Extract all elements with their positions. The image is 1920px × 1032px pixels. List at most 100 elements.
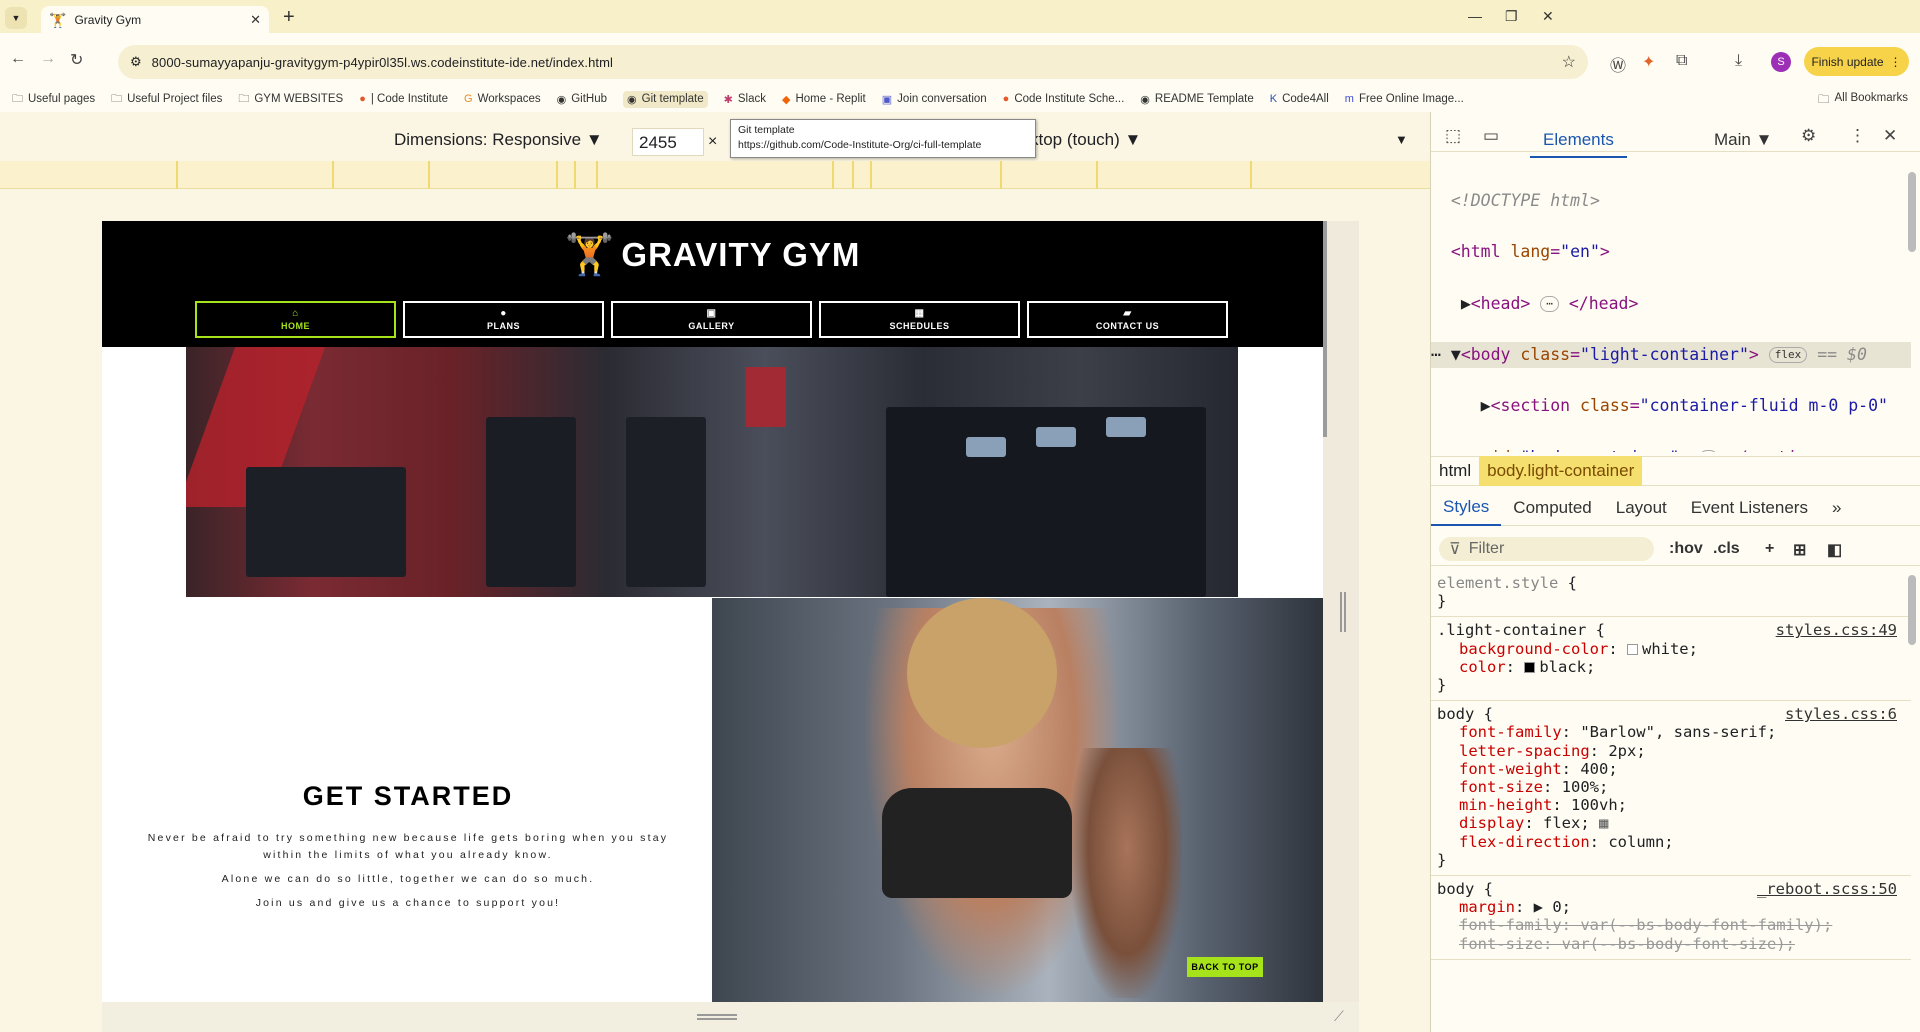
code4all-icon: K — [1269, 93, 1278, 105]
nav-plans[interactable]: ● PLANS — [403, 301, 604, 338]
rule-element-style[interactable]: element.style { } — [1431, 570, 1911, 618]
download-icon[interactable]: ⤓ — [1735, 52, 1742, 70]
bookmark-useful-project-files[interactable]: 🗀 Useful Project files — [111, 90, 222, 109]
extension-bug-icon[interactable]: ✦ — [1642, 52, 1655, 72]
site-nav: ⌂ HOME ● PLANS ▣ GALLERY ▦ SCHEDULES ▰ CONTAC… — [195, 301, 1228, 338]
width-input[interactable]: 2455 — [632, 128, 704, 156]
dom-tree[interactable]: <!DOCTYPE html> <html lang="en"> ▶<head>… — [1431, 162, 1911, 452]
browser-tab[interactable]: 🏋 Gravity Gym ✕ — [41, 6, 269, 34]
nav-home[interactable]: ⌂ HOME — [195, 301, 396, 338]
calendar-icon: ▦ — [914, 308, 925, 319]
bookmark-git-template[interactable]: ◉ Git template — [623, 90, 708, 108]
new-style-rule-icon[interactable]: + — [1765, 540, 1774, 558]
more-tabs-icon[interactable]: » — [1820, 490, 1853, 526]
dom-head[interactable]: ▶<head> ⋯ </head> — [1431, 291, 1911, 317]
all-bookmarks[interactable]: 🗀 All Bookmarks — [1818, 92, 1908, 111]
nav-contact-us[interactable]: ▰ CONTACT US — [1027, 301, 1228, 338]
source-link[interactable]: styles.css:49 — [1776, 621, 1897, 639]
rule-light-container[interactable]: styles.css:49 .light-container { backgro… — [1431, 617, 1911, 702]
dom-section-id[interactable]: id="body-container"> ⋯ </section> — [1431, 445, 1911, 452]
replit-icon: ◆ — [781, 93, 791, 106]
tab-event-listeners[interactable]: Event Listeners — [1679, 490, 1820, 526]
extension-w-icon[interactable]: Ⓦ — [1610, 52, 1626, 76]
source-link[interactable]: _reboot.scss:50 — [1757, 880, 1897, 898]
close-devtools-icon[interactable]: ✕ — [1883, 126, 1897, 146]
bookmark-star-icon[interactable]: ☆ — [1562, 52, 1576, 72]
tab-computed[interactable]: Computed — [1501, 490, 1603, 526]
site-info-icon[interactable]: ⚙ — [130, 54, 142, 70]
tab-layout[interactable]: Layout — [1604, 490, 1679, 526]
new-tab-button[interactable]: + — [283, 6, 295, 29]
dom-doctype[interactable]: <!DOCTYPE html> — [1431, 188, 1911, 214]
toggle-sidebar-icon[interactable]: ◧ — [1827, 540, 1842, 560]
user-icon: ● — [500, 308, 507, 319]
minimize-icon[interactable]: — — [1468, 8, 1482, 24]
styles-scrollbar[interactable] — [1908, 570, 1916, 1030]
device-options-caret[interactable]: ▼ — [1395, 132, 1408, 147]
bookmark-code-institute[interactable]: ● | Code Institute — [359, 93, 448, 105]
viewport-resize-handle-bottom[interactable] — [697, 1014, 737, 1020]
media-query-bar[interactable] — [0, 161, 1430, 189]
bookmark-free-online-image[interactable]: m Free Online Image... — [1345, 93, 1464, 105]
breadcrumb-html[interactable]: html — [1431, 456, 1479, 486]
tab-elements[interactable]: Elements — [1530, 124, 1627, 158]
dom-body-selected[interactable]: ⋯ ▼<body class="light-container"> flex =… — [1431, 341, 1911, 368]
bookmark-code-institute-schedule[interactable]: ● Code Institute Sche... — [1003, 93, 1125, 105]
tab-styles[interactable]: Styles — [1431, 490, 1502, 526]
github-icon: ◉ — [1140, 93, 1150, 106]
back-icon[interactable]: ← — [10, 50, 26, 68]
home-icon: ⌂ — [292, 308, 299, 319]
code-institute-icon: ● — [359, 93, 366, 105]
viewport-resize-handle-right[interactable] — [1340, 592, 1346, 632]
nav-schedules[interactable]: ▦ SCHEDULES — [819, 301, 1020, 338]
profile-avatar[interactable]: S — [1771, 52, 1791, 72]
dom-section[interactable]: ▶<section class="container-fluid m-0 p-0… — [1431, 393, 1911, 419]
styles-filter-input[interactable]: ⊽ Filter — [1439, 537, 1654, 561]
tab-search-button[interactable]: ▼ — [5, 7, 27, 29]
devtools-header: ⬚ ▭ Elements Main ▼ ⚙ ⋮ ✕ — [1431, 118, 1920, 158]
close-tab-icon[interactable]: ✕ — [250, 12, 261, 28]
viewport-resize-corner-icon[interactable]: ⟋ — [1334, 1008, 1344, 1025]
element-state-icon[interactable]: ⊞ — [1793, 540, 1806, 560]
dom-scrollbar[interactable] — [1908, 162, 1916, 452]
close-window-icon[interactable]: ✕ — [1542, 8, 1554, 25]
forward-icon[interactable]: → — [40, 50, 56, 68]
finish-update-button[interactable]: Finish update ⋮ — [1804, 47, 1909, 76]
bookmark-gym-websites[interactable]: 🗀 GYM WEBSITES — [238, 90, 343, 109]
bookmark-workspaces[interactable]: G Workspaces — [464, 93, 541, 105]
source-link[interactable]: styles.css:6 — [1785, 705, 1897, 723]
bookmark-useful-pages[interactable]: 🗀 Useful pages — [12, 90, 95, 109]
device-toggle-icon[interactable]: ▭ — [1483, 126, 1499, 146]
styles-pane[interactable]: element.style { } styles.css:49 .light-c… — [1431, 570, 1911, 960]
site-brand[interactable]: 🏋 GRAVITY GYM — [102, 231, 1323, 278]
back-to-top-button[interactable]: BACK TO TOP — [1187, 957, 1263, 977]
bookmark-github[interactable]: ◉ GitHub — [557, 93, 607, 106]
github-icon: ◉ — [556, 93, 567, 106]
hov-button[interactable]: :hov — [1669, 540, 1703, 558]
restore-icon[interactable]: ❐ — [1505, 8, 1518, 25]
extensions-puzzle-icon[interactable]: ⧉ — [1676, 52, 1687, 70]
bookmark-replit[interactable]: ◆ Home - Replit — [782, 93, 866, 106]
settings-gear-icon[interactable]: ⚙ — [1801, 126, 1816, 146]
bookmark-slack[interactable]: ✱ Slack — [724, 93, 766, 106]
inspect-element-icon[interactable]: ⬚ — [1445, 126, 1461, 146]
dom-html[interactable]: <html lang="en"> — [1431, 239, 1911, 265]
more-options-icon[interactable]: ⋮ — [1849, 126, 1866, 146]
site-header: 🏋 GRAVITY GYM ⌂ HOME ● PLANS ▣ GALLERY ▦ SCH… — [102, 221, 1323, 347]
image-icon: ▣ — [706, 308, 717, 319]
device-type-select[interactable]: ktop (touch) ▼ — [1030, 130, 1141, 150]
bookmark-code4all[interactable]: K Code4All — [1270, 93, 1329, 105]
nav-gallery[interactable]: ▣ GALLERY — [611, 301, 812, 338]
rule-body-styles-css[interactable]: styles.css:6 body { font-family: "Barlow… — [1431, 701, 1911, 877]
cls-button[interactable]: .cls — [1713, 540, 1740, 558]
reload-icon[interactable]: ↻ — [70, 50, 83, 70]
url-text[interactable]: 8000-sumayyapanju-gravitygym-p4ypir0l35l… — [152, 55, 1552, 70]
dimensions-select[interactable]: Dimensions: Responsive ▼ — [394, 130, 603, 150]
tab-title: Gravity Gym — [74, 13, 142, 27]
bookmark-readme-template[interactable]: ◉ README Template — [1140, 93, 1253, 106]
main-thread-select[interactable]: Main ▼ — [1714, 130, 1772, 150]
address-bar[interactable]: ⚙ 8000-sumayyapanju-gravitygym-p4ypir0l3… — [118, 45, 1588, 79]
rule-body-reboot[interactable]: _reboot.scss:50 body { margin: ▶ 0; font… — [1431, 876, 1911, 960]
breadcrumb-body[interactable]: body.light-container — [1479, 456, 1643, 486]
bookmark-join-conversation[interactable]: ▣ Join conversation — [882, 93, 987, 106]
